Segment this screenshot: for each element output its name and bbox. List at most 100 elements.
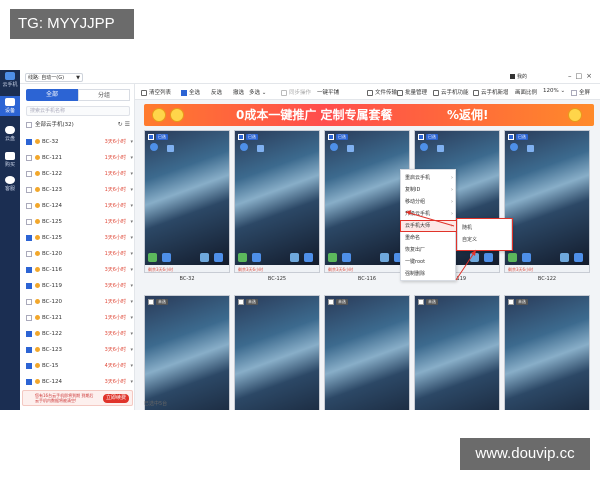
phone-screen[interactable] [325, 131, 409, 265]
route-select[interactable]: 线路: 自动一(G) ▼ [25, 73, 83, 82]
list-icon[interactable]: ☰ [125, 121, 130, 128]
phone-screen[interactable] [505, 296, 589, 410]
sync-op-button[interactable]: 同步操作 [281, 88, 311, 96]
phone-checkbox[interactable] [148, 134, 154, 140]
chevron-down-icon[interactable]: ▾ [130, 246, 133, 262]
chevron-down-icon[interactable]: ▾ [130, 358, 133, 374]
gallery-icon[interactable] [290, 253, 299, 262]
device-checkbox[interactable] [26, 218, 32, 225]
user-menu[interactable]: 我的 [510, 73, 527, 80]
device-checkbox[interactable] [26, 170, 32, 177]
phone-checkbox[interactable] [238, 134, 244, 140]
list-item[interactable]: BC-120 1天6小时 ▾ [26, 246, 134, 262]
rail-item-service[interactable]: 客服 [0, 176, 20, 194]
phone-checkbox[interactable] [508, 134, 514, 140]
refresh-icon[interactable]: ↻ [118, 121, 123, 128]
folder-icon[interactable] [252, 253, 261, 262]
gallery-icon[interactable] [380, 253, 389, 262]
settings-icon[interactable] [148, 253, 157, 262]
phone-screen[interactable] [235, 296, 319, 410]
promo-banner[interactable]: 0成本一键推广 定制专属套餐 %返佣! [144, 104, 594, 126]
folder-icon[interactable] [162, 253, 171, 262]
phone-checkbox[interactable] [328, 134, 334, 140]
device-checkbox[interactable] [26, 282, 32, 289]
phone-checkbox[interactable] [148, 299, 154, 305]
rail-item-buy[interactable]: 购买 [0, 152, 20, 170]
list-item[interactable]: BC-125 1天6小时 ▾ [26, 214, 134, 230]
chevron-down-icon[interactable]: ▾ [130, 326, 133, 342]
menu-item[interactable]: 重启云手机 › [401, 173, 457, 183]
phone-checkbox[interactable] [418, 299, 424, 305]
phone-checkbox[interactable] [418, 134, 424, 140]
rail-item-cloud[interactable]: 云盘 [0, 126, 20, 144]
device-checkbox[interactable] [26, 250, 32, 257]
list-item[interactable]: BC-124 3天6小时 ▾ [26, 374, 134, 390]
device-checkbox[interactable] [26, 314, 32, 321]
phone-checkbox[interactable] [328, 299, 334, 305]
group-checkbox[interactable] [26, 121, 32, 128]
chevron-down-icon[interactable]: ▾ [130, 262, 133, 278]
folder-icon[interactable] [342, 253, 351, 262]
list-item[interactable]: BC-125 3天6小时 ▾ [26, 230, 134, 246]
settings-icon[interactable] [238, 253, 247, 262]
chevron-down-icon[interactable]: ▾ [130, 310, 133, 326]
menu-item[interactable]: 复制ID › [401, 185, 457, 195]
phone-tile[interactable]: 已选剩余3天6小时 [144, 130, 230, 273]
device-checkbox[interactable] [26, 138, 32, 145]
gallery-icon[interactable] [200, 253, 209, 262]
list-item[interactable]: BC-124 1天6小时 ▾ [26, 198, 134, 214]
device-checkbox[interactable] [26, 186, 32, 193]
chevron-down-icon[interactable]: ▾ [130, 198, 133, 214]
phone-tile[interactable]: 未选 [324, 295, 410, 410]
tab-group[interactable]: 分组 [78, 89, 130, 101]
list-item[interactable]: BC-122 3天6小时 ▾ [26, 326, 134, 342]
gallery-icon[interactable] [560, 253, 569, 262]
ratio-select[interactable]: 120% ⌄ [543, 88, 565, 94]
phone-tile[interactable]: 未选 [504, 295, 590, 410]
rail-item-device[interactable]: 设备 [0, 96, 20, 116]
rail-logo[interactable]: 云手机 [0, 72, 20, 90]
minimize-icon[interactable]: – [568, 72, 576, 80]
list-item[interactable]: BC-123 3天6小时 ▾ [26, 342, 134, 358]
device-checkbox[interactable] [26, 298, 32, 305]
chevron-down-icon[interactable]: ▾ [130, 278, 133, 294]
files-icon[interactable] [214, 253, 223, 262]
chevron-down-icon[interactable]: ▾ [130, 294, 133, 310]
device-checkbox[interactable] [26, 266, 32, 273]
cloud-phone-func-button[interactable]: 云手机功能 [433, 88, 469, 96]
multi-select-dropdown[interactable]: 多选 ⌄ [249, 88, 266, 96]
close-icon[interactable]: × [586, 72, 596, 80]
file-transfer-button[interactable]: 文件传输 [367, 88, 397, 96]
deselect-button[interactable]: 撤选 [233, 88, 244, 96]
invert-button[interactable]: 反选 [211, 88, 222, 96]
tab-all[interactable]: 全部 [26, 89, 78, 101]
list-item[interactable]: BC-123 1天6小时 ▾ [26, 182, 134, 198]
device-checkbox[interactable] [26, 346, 32, 353]
list-item[interactable]: BC-116 3天6小时 ▾ [26, 262, 134, 278]
list-item[interactable]: BC-120 1天6小时 ▾ [26, 294, 134, 310]
list-item[interactable]: BC-122 1天6小时 ▾ [26, 166, 134, 182]
chevron-down-icon[interactable]: ▾ [130, 134, 133, 150]
phone-screen[interactable] [415, 296, 499, 410]
files-icon[interactable] [304, 253, 313, 262]
fullscreen-button[interactable]: 全屏 [571, 88, 590, 96]
chevron-down-icon[interactable]: ▾ [130, 230, 133, 246]
cloud-phone-new-button[interactable]: 云手机新增 [473, 88, 509, 96]
phone-tile[interactable]: 已选剩余3天6小时 [234, 130, 320, 273]
search-input[interactable]: 搜索云手机名称 [26, 106, 130, 116]
chevron-down-icon[interactable]: ▾ [130, 374, 133, 390]
select-all-button[interactable]: 全选 [181, 88, 200, 96]
clear-list-button[interactable]: 清空列表 [141, 88, 171, 96]
renew-button[interactable]: 立即续费 [103, 394, 129, 403]
chevron-down-icon[interactable]: ▾ [130, 166, 133, 182]
settings-icon[interactable] [328, 253, 337, 262]
device-checkbox[interactable] [26, 234, 32, 241]
files-icon[interactable] [574, 253, 583, 262]
phone-tile[interactable]: 未选 [414, 295, 500, 410]
batch-manage-button[interactable]: 批量管理 [397, 88, 427, 96]
chevron-down-icon[interactable]: ▾ [130, 342, 133, 358]
list-item[interactable]: BC-121 1天6小时 ▾ [26, 150, 134, 166]
flat-button[interactable]: 一键平铺 [317, 88, 339, 96]
phone-screen[interactable] [145, 296, 229, 410]
phone-screen[interactable] [325, 296, 409, 410]
